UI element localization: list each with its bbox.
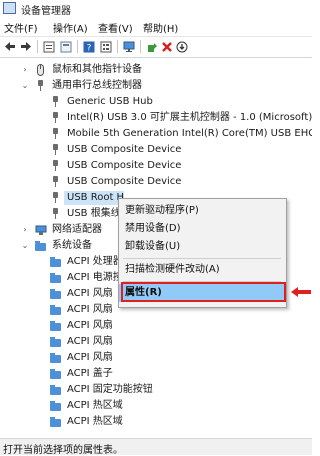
usb-device-icon (50, 128, 61, 140)
chevron-down-icon[interactable]: ⌄ (20, 78, 30, 94)
usb-device-icon (50, 144, 61, 156)
menu-item-scan-hardware[interactable]: 扫描检测硬件改动(A) (119, 261, 286, 279)
system-folder-icon (35, 240, 46, 252)
monitor-icon[interactable] (122, 40, 135, 53)
system-device-icon (50, 304, 61, 316)
help-icon[interactable]: ? (82, 40, 95, 53)
menu-item-disable-device[interactable]: 禁用设备(D) (119, 220, 286, 238)
tree-label: ACPI 热区域 (67, 400, 123, 411)
usb-controller-icon (35, 80, 46, 92)
tree-item-acpi[interactable]: ACPI 风扇 (0, 318, 312, 334)
system-device-icon (50, 368, 61, 380)
tree-label: ACPI 风扇 (67, 320, 113, 331)
uninstall-icon[interactable] (160, 40, 173, 53)
tree-label: ACPI 风扇 (67, 288, 113, 299)
tree-item-acpi[interactable]: ACPI 热区域 (0, 398, 312, 414)
system-device-icon (50, 272, 61, 284)
list-view-icon[interactable] (59, 40, 72, 53)
usb-device-icon (50, 176, 61, 188)
menu-item-uninstall-device[interactable]: 卸载设备(U) (119, 238, 286, 256)
toolbar: ? (0, 37, 312, 58)
menu-bar: 文件(F) 操作(A) 查看(V) 帮助(H) (0, 16, 312, 37)
menu-action[interactable]: 操作(A) (53, 20, 88, 35)
system-device-icon (50, 416, 61, 428)
title-bar: 设备管理器 (0, 0, 312, 17)
tree-label: ACPI 风扇 (67, 352, 113, 363)
tree-item-acpi[interactable]: ACPI 固定功能按钮 (0, 382, 312, 398)
tree-item-usb-composite[interactable]: USB Composite Device (0, 158, 312, 174)
annotation-arrow-icon (291, 287, 311, 297)
tree-label: ACPI 固定功能按钮 (67, 384, 153, 395)
tree-category-usb[interactable]: ⌄ 通用串行总线控制器 (0, 78, 312, 94)
status-bar: 打开当前选择项的属性表。 (0, 438, 312, 456)
tree-label: 网络适配器 (52, 224, 102, 235)
disable-icon[interactable] (175, 40, 188, 53)
window-title: 设备管理器 (21, 6, 71, 17)
tree-item-generic-usb-hub[interactable]: Generic USB Hub (0, 94, 312, 110)
tree-label: Generic USB Hub (67, 96, 153, 107)
usb-device-icon (50, 112, 61, 124)
system-device-icon (50, 256, 61, 268)
tree-label: Intel(R) USB 3.0 可扩展主机控制器 - 1.0 (Microso… (67, 112, 312, 123)
update-driver-icon[interactable] (145, 40, 158, 53)
system-device-icon (50, 288, 61, 300)
chevron-right-icon[interactable]: › (20, 222, 30, 238)
svg-text:?: ? (86, 43, 91, 53)
tree-item-usb-composite[interactable]: USB Composite Device (0, 174, 312, 190)
tree-label: USB Composite Device (67, 160, 182, 171)
back-icon[interactable] (3, 40, 16, 53)
tree-label: 鼠标和其他指针设备 (52, 64, 142, 75)
tree-label: 系统设备 (52, 240, 92, 251)
system-device-icon (50, 352, 61, 364)
tree-item-acpi[interactable]: ACPI 风扇 (0, 350, 312, 366)
tree-item-usb-composite[interactable]: USB Composite Device (0, 142, 312, 158)
forward-icon[interactable] (19, 40, 32, 53)
tree-label: ACPI 风扇 (67, 336, 113, 347)
usb-device-icon (50, 96, 61, 108)
tree-label: ACPI 风扇 (67, 304, 113, 315)
properties-view-icon[interactable] (42, 40, 55, 53)
system-device-icon (50, 336, 61, 348)
network-adapter-icon (35, 224, 47, 236)
tree-label: ACPI 盖子 (67, 368, 113, 379)
system-device-icon (50, 400, 61, 412)
tree-item-acpi[interactable]: ACPI 热区域 (0, 414, 312, 430)
tree-label: USB Root H (67, 192, 125, 203)
menu-item-update-driver[interactable]: 更新驱动程序(P) (119, 202, 286, 220)
menu-file[interactable]: 文件(F) (4, 20, 38, 35)
tree-label: ACPI 处理器 (67, 256, 123, 267)
mouse-icon (35, 64, 46, 76)
tree-label: 通用串行总线控制器 (52, 80, 142, 91)
usb-device-icon (50, 160, 61, 172)
tree-label: ACPI 电源按 (67, 272, 123, 283)
tree-item-acpi[interactable]: ACPI 风扇 (0, 334, 312, 350)
chevron-down-icon[interactable]: ⌄ (20, 238, 30, 254)
tree-category-mice[interactable]: › 鼠标和其他指针设备 (0, 62, 312, 78)
tree-item-intel-usb3[interactable]: Intel(R) USB 3.0 可扩展主机控制器 - 1.0 (Microso… (0, 110, 312, 126)
system-device-icon (50, 384, 61, 396)
tree-item-acpi[interactable]: ACPI 盖子 (0, 366, 312, 382)
tree-label: Mobile 5th Generation Intel(R) Core(TM) … (67, 128, 312, 139)
annotation-highlight-box (121, 282, 286, 302)
system-device-icon (50, 320, 61, 332)
usb-device-icon (50, 208, 61, 220)
tree-item-intel-ehci[interactable]: Mobile 5th Generation Intel(R) Core(TM) … (0, 126, 312, 142)
usb-device-icon (50, 192, 61, 204)
tree-label: USB Composite Device (67, 144, 182, 155)
menu-separator (123, 258, 281, 259)
menu-help[interactable]: 帮助(H) (143, 20, 178, 35)
tree-label: ACPI 热区域 (67, 416, 123, 427)
menu-view[interactable]: 查看(V) (98, 20, 133, 35)
details-icon[interactable] (99, 40, 112, 53)
device-manager-icon (3, 2, 16, 14)
chevron-right-icon[interactable]: › (20, 62, 30, 78)
tree-label: USB Composite Device (67, 176, 182, 187)
